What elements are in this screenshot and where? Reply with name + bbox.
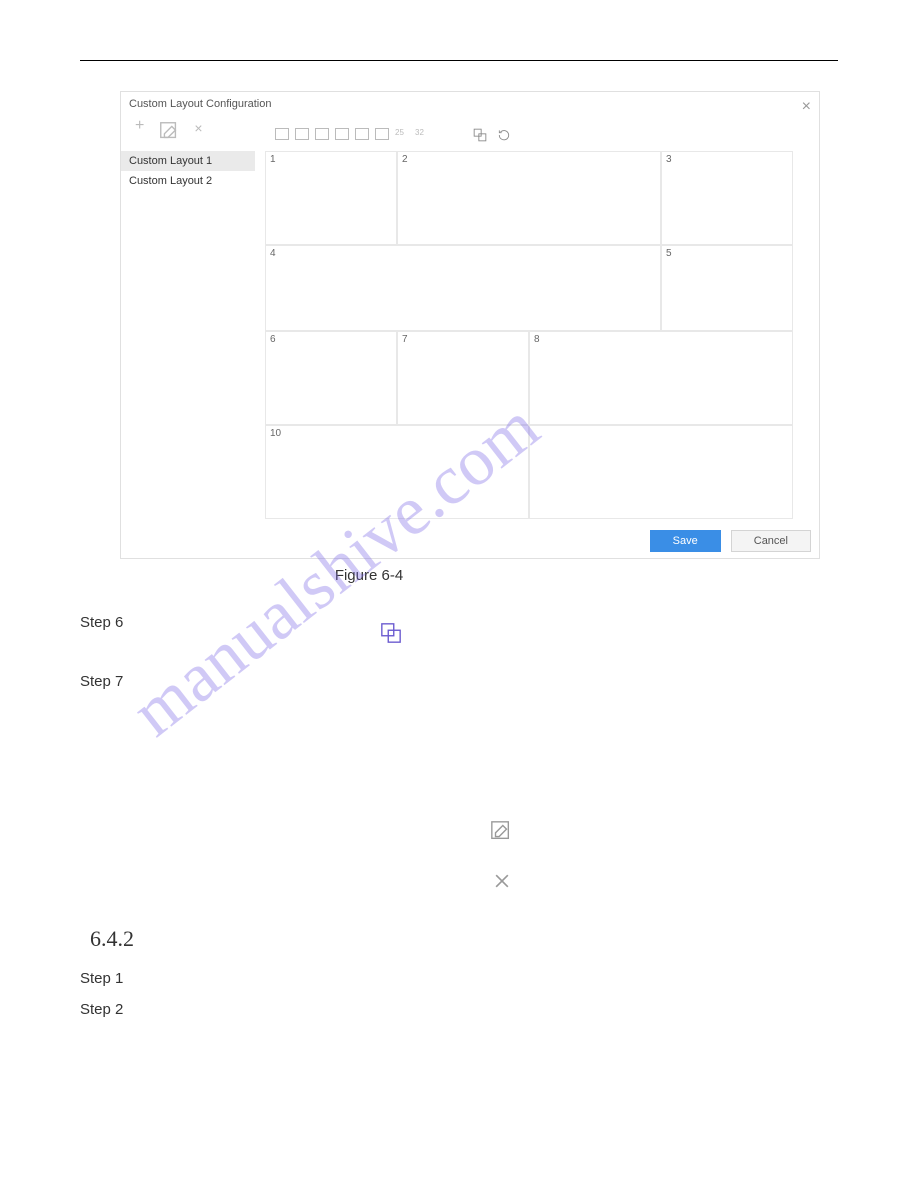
grid-2x2-icon[interactable] (295, 128, 309, 140)
grid-5x5-icon[interactable] (375, 128, 389, 140)
step-6: Step 6 (80, 614, 838, 631)
cell-3[interactable]: 3 (661, 151, 793, 245)
layout-list: Custom Layout 1 Custom Layout 2 (121, 151, 255, 546)
grid-32-icon[interactable]: 32 (415, 128, 429, 140)
cell-10[interactable]: 10 (265, 425, 529, 519)
custom-layout-dialog: Custom Layout Configuration × + × 25 32 (120, 91, 820, 559)
layout-item-2[interactable]: Custom Layout 2 (121, 171, 255, 191)
close-icon-inline (492, 871, 838, 896)
grid-25-icon[interactable]: 25 (395, 128, 409, 140)
save-button[interactable]: Save (650, 530, 721, 552)
horizontal-rule (80, 60, 838, 61)
cell-blank[interactable] (529, 425, 793, 519)
grid-3x3-icon[interactable] (335, 128, 349, 140)
cell-4[interactable]: 4 (265, 245, 661, 331)
reset-icon[interactable] (497, 128, 511, 140)
step-2: Step 2 (80, 1001, 838, 1018)
delete-icon[interactable]: × (194, 120, 202, 147)
cell-8[interactable]: 8 (529, 331, 793, 425)
cell-5[interactable]: 5 (661, 245, 793, 331)
cell-2[interactable]: 2 (397, 151, 661, 245)
figure-caption: Figure 6-4 (80, 567, 658, 584)
grid-blank-icon[interactable] (435, 128, 449, 140)
layout-item-1[interactable]: Custom Layout 1 (121, 151, 255, 171)
toolbar: + × 25 32 (121, 116, 819, 151)
step-7: Step 7 (80, 673, 838, 690)
grid-1x3-icon[interactable] (315, 128, 329, 140)
layout-canvas[interactable]: 1 2 3 4 5 6 7 8 10 (265, 151, 809, 546)
edit-icon[interactable] (158, 120, 180, 147)
combine-icon[interactable] (473, 128, 487, 140)
step-1: Step 1 (80, 970, 838, 987)
section-number: 6.4.2 (90, 926, 838, 952)
dialog-title: Custom Layout Configuration (121, 92, 819, 116)
grid-4x4-icon[interactable] (355, 128, 369, 140)
cell-7[interactable]: 7 (397, 331, 529, 425)
edit-icon-inline (490, 820, 838, 847)
close-icon[interactable]: × (802, 98, 811, 116)
cell-6[interactable]: 6 (265, 331, 397, 425)
combine-icon-inline (380, 622, 402, 649)
add-icon[interactable]: + (135, 120, 144, 147)
grid-1x1-icon[interactable] (275, 128, 289, 140)
cell-1[interactable]: 1 (265, 151, 397, 245)
cancel-button[interactable]: Cancel (731, 530, 811, 552)
